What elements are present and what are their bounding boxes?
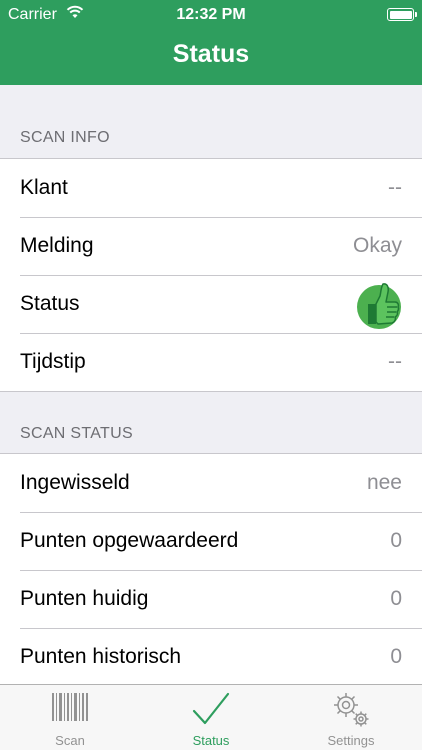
checkmark-icon <box>191 691 231 732</box>
row-value: Okay <box>352 234 402 257</box>
gears-icon <box>331 691 371 732</box>
nav-header: Carrier 12:32 PM Status <box>0 0 422 85</box>
thumbs-up-icon <box>356 280 402 330</box>
row-label: Status <box>20 292 80 315</box>
row-label: Punten huidig <box>20 587 149 610</box>
row-label: Punten opgewaardeerd <box>20 529 239 552</box>
row-punten-huidig: Punten huidig 0 <box>0 570 422 628</box>
row-value: 0 <box>390 587 402 610</box>
row-klant: Klant -- <box>0 159 422 217</box>
battery-icon <box>387 8 417 21</box>
tab-label: Scan <box>55 733 85 748</box>
row-label: Klant <box>20 176 68 199</box>
row-melding: Melding Okay <box>0 217 422 275</box>
row-label: Tijdstip <box>20 350 86 373</box>
tab-label: Status <box>192 733 230 748</box>
tab-label: Settings <box>327 733 375 748</box>
section-header-scan-status: SCAN STATUS <box>20 425 133 442</box>
row-value: nee <box>366 471 402 494</box>
barcode-icon <box>51 691 89 728</box>
page-title: Status <box>172 40 250 68</box>
row-tijdstip: Tijdstip -- <box>0 333 422 391</box>
scan-status-group: Ingewisseld nee Punten opgewaardeerd 0 P… <box>0 453 422 687</box>
row-label: Punten historisch <box>20 645 182 668</box>
tab-settings[interactable]: Settings <box>281 685 421 750</box>
tab-status[interactable]: Status <box>141 685 281 750</box>
status-bar: Carrier 12:32 PM <box>0 0 422 30</box>
scan-info-group: Klant -- Melding Okay Status Tijdstip -- <box>0 158 422 392</box>
tab-bar: Scan Status Settings <box>0 684 422 750</box>
row-value: -- <box>388 350 402 373</box>
row-value: 0 <box>390 645 402 668</box>
tab-scan[interactable]: Scan <box>0 685 140 750</box>
row-punten-opgewaardeerd: Punten opgewaardeerd 0 <box>0 512 422 570</box>
row-label: Melding <box>20 234 94 257</box>
clock: 12:32 PM <box>176 6 246 23</box>
row-label: Ingewisseld <box>20 471 130 494</box>
row-punten-historisch: Punten historisch 0 <box>0 628 422 686</box>
section-header-scan-info: SCAN INFO <box>20 129 110 146</box>
row-value: -- <box>388 176 402 199</box>
row-value: 0 <box>390 529 402 552</box>
row-ingewisseld: Ingewisseld nee <box>0 454 422 512</box>
row-status: Status <box>0 275 422 333</box>
